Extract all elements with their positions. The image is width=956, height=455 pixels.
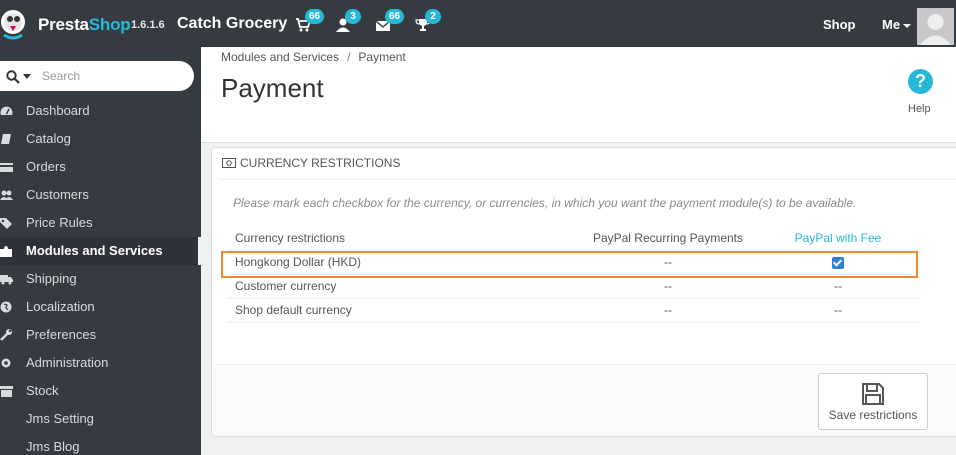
currency-name: Shop default currency — [227, 298, 578, 323]
column-header-paypal-recurring: PayPal Recurring Payments — [578, 226, 758, 251]
sidebar-item-dashboard[interactable]: Dashboard — [0, 97, 201, 125]
avatar[interactable] — [917, 8, 954, 45]
panel-title: CURRENCY RESTRICTIONS — [240, 156, 401, 170]
breadcrumb-item-modules[interactable]: Modules and Services — [221, 50, 339, 64]
user-avatar-icon — [920, 14, 951, 45]
sidebar-item-label: Localization — [26, 299, 95, 314]
sidebar-item-modules-and-services[interactable]: Modules and Services — [0, 237, 201, 265]
panel-footer: Save restrictions — [212, 364, 956, 436]
cogs-icon — [1, 358, 11, 368]
sidebar-item-label: Administration — [26, 355, 109, 370]
panel-heading: CURRENCY RESTRICTIONS — [218, 148, 956, 180]
search-box — [0, 61, 194, 91]
sidebar-item-jms-setting[interactable]: Jms Setting — [0, 405, 201, 433]
sidebar-item-label: Orders — [26, 159, 66, 174]
sidebar-item-stock[interactable]: Stock — [0, 377, 201, 405]
customers-notification[interactable]: 3 — [335, 9, 361, 33]
sidebar-item-label: Catalog — [26, 131, 71, 146]
dashboard-icon — [0, 106, 13, 115]
search-icon[interactable] — [6, 70, 20, 84]
help-icon[interactable]: ? — [908, 69, 933, 94]
money-icon — [222, 158, 236, 168]
help-text: Please mark each checkbox for the curren… — [233, 196, 857, 210]
breadcrumb-separator: / — [347, 50, 351, 64]
breadcrumb: Modules and Services / Payment — [221, 50, 406, 64]
sidebar-menu: Dashboard Catalog Orders Customers Price… — [0, 97, 201, 455]
sidebar-item-label: Stock — [26, 383, 59, 398]
sidebar-item-label: Dashboard — [26, 103, 90, 118]
wrench-icon — [0, 329, 12, 341]
credit-card-icon — [0, 163, 13, 172]
sidebar-item-orders[interactable]: Orders — [0, 153, 201, 181]
save-restrictions-button[interactable]: Save restrictions — [818, 373, 928, 430]
top-navbar: PrestaShop 1.6.1.6 Catch Grocery 66 3 66… — [0, 0, 956, 47]
users-icon — [0, 190, 13, 200]
orders-badge: 66 — [305, 9, 325, 24]
me-menu[interactable]: Me — [882, 17, 912, 32]
sidebar-item-label: Customers — [26, 187, 89, 202]
save-icon — [862, 383, 884, 405]
table-row: Shop default currency -- -- — [227, 298, 918, 323]
trophy-badge: 2 — [425, 9, 441, 24]
orders-notification[interactable]: 66 — [295, 9, 325, 33]
sidebar-item-customers[interactable]: Customers — [0, 181, 201, 209]
chevron-down-icon — [903, 23, 912, 28]
search-type-dropdown[interactable] — [23, 74, 31, 79]
breadcrumb-item-payment: Payment — [358, 50, 406, 64]
book-icon — [1, 134, 11, 144]
globe-icon — [0, 301, 12, 313]
search-input[interactable] — [42, 66, 182, 86]
shop-link[interactable]: Shop — [823, 17, 856, 32]
sidebar-item-label: Shipping — [26, 271, 77, 286]
paypal-with-fee-cell: -- — [758, 298, 918, 323]
store-name-link[interactable]: Catch Grocery — [177, 15, 287, 33]
help-label[interactable]: Help — [908, 103, 931, 115]
currency-restrictions-panel: CURRENCY RESTRICTIONS Please mark each c… — [211, 147, 956, 437]
table-header-row: Currency restrictions PayPal Recurring P… — [227, 226, 918, 251]
version-label: 1.6.1.6 — [131, 19, 165, 31]
save-restrictions-label: Save restrictions — [828, 408, 918, 422]
sidebar-item-label: Jms Blog — [26, 439, 80, 454]
puzzle-icon — [0, 246, 12, 257]
archive-icon — [0, 386, 13, 397]
truck-icon — [0, 275, 13, 285]
sidebar-item-catalog[interactable]: Catalog — [0, 125, 201, 153]
tags-icon — [0, 218, 12, 229]
sidebar-item-administration[interactable]: Administration — [0, 349, 201, 377]
paypal-recurring-cell: -- — [578, 298, 758, 323]
trophy-notification[interactable]: 2 — [415, 9, 441, 33]
prestashop-logo-icon[interactable] — [0, 7, 28, 41]
page-title: Payment — [221, 73, 324, 103]
highlight-box — [221, 251, 918, 278]
sidebar-item-preferences[interactable]: Preferences — [0, 321, 201, 349]
brand-name[interactable]: PrestaShop — [38, 15, 131, 35]
sidebar-item-jms-blog[interactable]: Jms Blog — [0, 433, 201, 455]
sidebar-item-price-rules[interactable]: Price Rules — [0, 209, 201, 237]
messages-badge: 66 — [385, 9, 405, 24]
column-header-paypal-with-fee[interactable]: PayPal with Fee — [758, 226, 918, 251]
sidebar-item-label: Modules and Services — [26, 243, 163, 258]
sidebar: Dashboard Catalog Orders Customers Price… — [0, 47, 201, 455]
sidebar-item-shipping[interactable]: Shipping — [0, 265, 201, 293]
sidebar-item-label: Preferences — [26, 327, 97, 342]
customers-badge: 3 — [345, 9, 361, 24]
sidebar-item-localization[interactable]: Localization — [0, 293, 201, 321]
sidebar-item-label: Price Rules — [26, 215, 93, 230]
page-header: Modules and Services / Payment Payment ? H… — [201, 47, 956, 143]
messages-notification[interactable]: 66 — [375, 9, 405, 33]
sidebar-item-label: Jms Setting — [26, 411, 94, 426]
column-header-currency: Currency restrictions — [227, 226, 578, 251]
